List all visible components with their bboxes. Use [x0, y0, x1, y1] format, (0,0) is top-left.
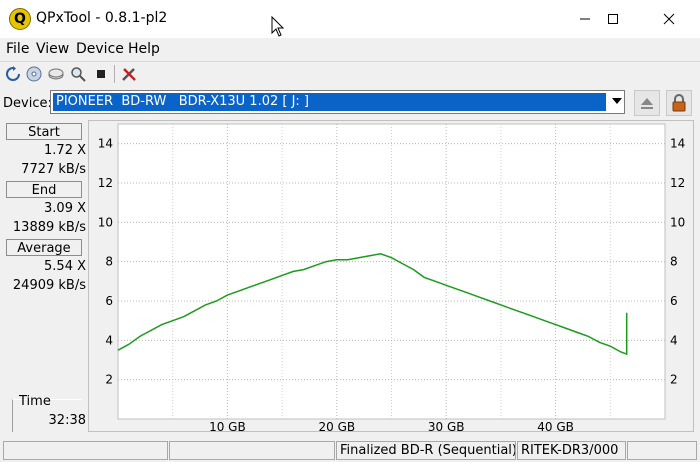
lock-button[interactable]	[666, 90, 692, 116]
y-tick-label-left: 2	[105, 373, 113, 387]
y-tick-label-right: 14	[670, 137, 685, 151]
menu-view[interactable]: View	[36, 41, 69, 57]
y-tick-label-right: 12	[670, 176, 685, 190]
status-cell-1	[3, 441, 168, 460]
y-tick-label-left: 4	[105, 333, 113, 347]
disc-scan-icon[interactable]	[26, 66, 42, 82]
menu-bar: File View Device Help	[0, 38, 700, 60]
time-label: Time	[19, 394, 51, 409]
y-tick-label-left: 14	[98, 137, 113, 151]
end-speed-x: 3.09 X	[44, 201, 86, 216]
status-cell-2	[169, 441, 335, 460]
eject-icon	[641, 98, 653, 109]
zoom-icon[interactable]	[70, 66, 86, 82]
time-value: 32:38	[48, 413, 86, 428]
average-speed-kbs: 24909 kB/s	[12, 278, 86, 293]
toolbar-divider	[114, 65, 115, 83]
refresh-icon[interactable]	[5, 66, 21, 82]
y-tick-label-left: 12	[98, 176, 113, 190]
chevron-down-icon	[612, 98, 622, 104]
device-row: Device: PIONEER BD-RW BDR-X13U 1.02 [ J:…	[0, 87, 700, 119]
y-tick-label-left: 8	[105, 255, 113, 269]
window-title: QPxTool - 0.8.1-pl2	[36, 10, 168, 26]
settings-icon[interactable]	[121, 66, 137, 82]
average-speed-x: 5.54 X	[44, 259, 86, 274]
graph-frame: 10 GB 20 GB 30 GB 40 GB 2 2 4 4 6 6 8 8 10 10 12 12 14 14	[88, 120, 694, 434]
start-speed-kbs: 7727 kB/s	[21, 162, 86, 177]
y-tick-label-right: 6	[670, 294, 678, 308]
app-icon: Q	[9, 8, 31, 30]
y-tick-label-right: 10	[670, 215, 685, 229]
x-tick-label: 30 GB	[428, 420, 465, 431]
device-label: Device:	[3, 96, 52, 111]
mouse-cursor-icon	[271, 16, 285, 37]
menu-device[interactable]: Device	[76, 41, 124, 57]
x-tick-label: 40 GB	[537, 420, 574, 431]
x-tick-label: 10 GB	[209, 420, 246, 431]
end-header: End	[6, 181, 82, 198]
y-tick-label-right: 2	[670, 373, 678, 387]
status-media-type: Finalized BD-R (Sequential)	[336, 441, 516, 460]
toolbar	[0, 61, 700, 86]
title-bar: Q QPxTool - 0.8.1-pl2	[0, 0, 700, 38]
disc-erase-icon[interactable]	[48, 66, 64, 82]
average-header: Average	[6, 239, 82, 256]
x-tick-label: 20 GB	[318, 420, 355, 431]
y-tick-label-left: 10	[98, 215, 113, 229]
device-select[interactable]: PIONEER BD-RW BDR-X13U 1.02 [ J: ]	[50, 90, 625, 114]
menu-help[interactable]: Help	[128, 41, 160, 57]
stop-icon[interactable]	[93, 66, 109, 82]
menu-file[interactable]: File	[6, 41, 29, 57]
y-tick-label-right: 4	[670, 333, 678, 347]
lock-icon	[672, 94, 686, 112]
close-icon	[663, 13, 675, 25]
y-tick-label-left: 6	[105, 294, 113, 308]
device-select-value: PIONEER BD-RW BDR-X13U 1.02 [ J: ]	[53, 93, 606, 111]
start-header: Start	[6, 123, 82, 140]
status-bar: Finalized BD-R (Sequential) RITEK-DR3/00…	[0, 440, 700, 462]
close-button[interactable]	[646, 0, 692, 38]
status-cell-5	[627, 441, 697, 460]
start-speed-x: 1.72 X	[44, 143, 86, 158]
maximize-button[interactable]	[590, 0, 636, 38]
y-tick-label-right: 8	[670, 255, 678, 269]
status-media-id: RITEK-DR3/000	[517, 441, 626, 460]
maximize-icon	[608, 14, 618, 24]
eject-button[interactable]	[634, 90, 660, 116]
end-speed-kbs: 13889 kB/s	[12, 220, 86, 235]
speed-chart: 10 GB 20 GB 30 GB 40 GB 2 2 4 4 6 6 8 8 10 10 12 12 14 14	[98, 123, 685, 434]
